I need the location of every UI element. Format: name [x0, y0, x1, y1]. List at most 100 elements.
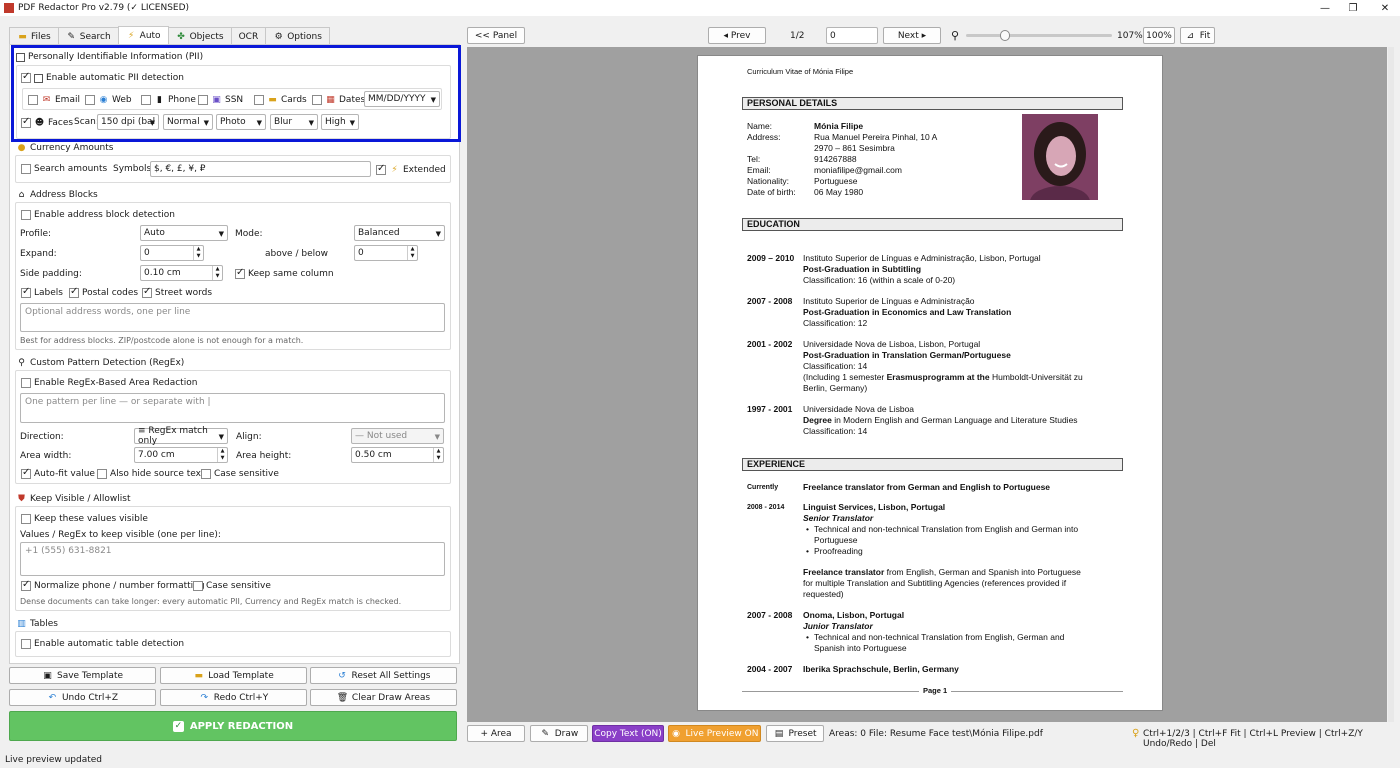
- redo-button[interactable]: ↷ Redo Ctrl+Y: [160, 689, 307, 706]
- live-preview-toggle[interactable]: ◉ Live Preview ON: [668, 725, 761, 742]
- autofit-row[interactable]: Auto-fit value: [21, 467, 95, 479]
- area-width-stepper[interactable]: 7.00 cm ▲ ▼: [134, 447, 228, 463]
- pii-highlight-frame: [11, 45, 461, 142]
- preset-button[interactable]: ▤ Preset: [766, 725, 824, 742]
- normalize-row[interactable]: Normalize phone / number formatting: [21, 579, 205, 591]
- next-page-button[interactable]: Next ▸: [883, 27, 941, 44]
- expand-stepper[interactable]: 0 ▲ ▼: [140, 245, 204, 261]
- address-enable-checkbox[interactable]: [21, 210, 31, 220]
- hide-source-row[interactable]: Also hide source text: [97, 469, 205, 479]
- regex-case-checkbox[interactable]: [201, 469, 211, 479]
- normalize-checkbox[interactable]: [21, 579, 31, 591]
- page-number-value: 0: [830, 30, 836, 41]
- stepper-arrows-icon[interactable]: ▲ ▼: [193, 246, 203, 260]
- area-height-label: Area height:: [236, 451, 292, 461]
- nationality-label: Nationality:: [747, 176, 790, 186]
- zoom-100-button[interactable]: 100%: [1143, 27, 1175, 44]
- load-template-button[interactable]: ▬ Load Template: [160, 667, 307, 684]
- allowlist-case-row[interactable]: Case sensitive: [193, 581, 271, 591]
- page-number-input[interactable]: 0: [826, 27, 878, 44]
- reset-settings-button[interactable]: ↺ Reset All Settings: [310, 667, 457, 684]
- mode-select[interactable]: Balanced ▼: [354, 225, 445, 241]
- allowlist-enable-row[interactable]: Keep these values visible: [21, 514, 148, 524]
- street-words-checkbox[interactable]: [142, 286, 152, 298]
- fit-button[interactable]: ⊿ Fit: [1180, 27, 1215, 44]
- postal-codes-row[interactable]: Postal codes: [69, 286, 138, 298]
- lightbulb-icon: ♀: [1132, 728, 1140, 739]
- labels-row[interactable]: Labels: [21, 286, 63, 298]
- stepper-arrows-icon[interactable]: ▲ ▼: [433, 448, 443, 462]
- clear-draw-areas-button[interactable]: 🗑 Clear Draw Areas: [310, 689, 457, 706]
- labels-checkbox[interactable]: [21, 286, 31, 298]
- dob-label: Date of birth:: [747, 187, 796, 197]
- exp-freelance-rest: from English, German and Spanish into Po…: [884, 567, 1081, 577]
- maximize-button[interactable]: ❐: [1338, 0, 1368, 16]
- zoom-slider[interactable]: [966, 30, 1112, 41]
- regex-case-row[interactable]: Case sensitive: [201, 469, 279, 479]
- profile-select[interactable]: Auto ▼: [140, 225, 228, 241]
- save-template-button[interactable]: ▣ Save Template: [9, 667, 156, 684]
- tab-label: Search: [79, 31, 111, 42]
- regex-patterns-textarea[interactable]: One pattern per line — or separate with …: [20, 393, 445, 423]
- close-button[interactable]: ✕: [1370, 0, 1400, 16]
- tab-objects[interactable]: ✤ Objects: [167, 27, 232, 45]
- above-below-stepper[interactable]: 0 ▲ ▼: [354, 245, 418, 261]
- zoom-100-label: 100%: [1146, 30, 1172, 41]
- objects-icon: ✤: [177, 31, 185, 42]
- keep-column-row[interactable]: Keep same column: [235, 267, 334, 279]
- street-words-row[interactable]: Street words: [142, 286, 212, 298]
- tables-enable-checkbox[interactable]: [21, 639, 31, 649]
- hide-source-checkbox[interactable]: [97, 469, 107, 479]
- nationality-value: Portuguese: [814, 176, 858, 186]
- area-height-stepper[interactable]: 0.50 cm ▲ ▼: [351, 447, 444, 463]
- tables-enable-row[interactable]: Enable automatic table detection: [21, 639, 184, 649]
- align-select[interactable]: — Not used ▼: [351, 428, 444, 444]
- house-icon: ⌂: [18, 189, 25, 200]
- autofit-label: Auto-fit value: [34, 469, 95, 479]
- undo-button[interactable]: ↶ Undo Ctrl+Z: [9, 689, 156, 706]
- tab-search[interactable]: ✎ Search: [57, 27, 119, 45]
- extended-checkbox[interactable]: [376, 163, 386, 175]
- add-area-button[interactable]: + Area: [467, 725, 525, 742]
- tab-auto[interactable]: ⚡ Auto: [117, 26, 169, 45]
- regex-title: Custom Pattern Detection (RegEx): [30, 357, 185, 368]
- panel-toggle-button[interactable]: << Panel: [467, 27, 525, 44]
- allowlist-textarea[interactable]: +1 (555) 631-8821: [20, 542, 445, 576]
- regex-enable-checkbox[interactable]: [21, 378, 31, 388]
- stepper-arrows-icon[interactable]: ▲ ▼: [407, 246, 417, 260]
- regex-patterns-placeholder: One pattern per line — or separate with …: [25, 397, 211, 407]
- search-amounts-row[interactable]: Search amounts: [21, 164, 107, 174]
- copy-text-toggle[interactable]: Copy Text (ON): [592, 725, 664, 742]
- regex-enable-row[interactable]: Enable RegEx-Based Area Redaction: [21, 378, 197, 388]
- stepper-arrows-icon[interactable]: ▲ ▼: [217, 448, 227, 462]
- allowlist-values-label: Values / RegEx to keep visible (one per …: [20, 530, 221, 540]
- search-amounts-checkbox[interactable]: [21, 164, 31, 174]
- prev-page-button[interactable]: ◂ Prev: [708, 27, 766, 44]
- tab-ocr[interactable]: OCR: [230, 27, 267, 45]
- allowlist-placeholder: +1 (555) 631-8821: [25, 546, 112, 556]
- lightning-icon: ⚡: [128, 31, 135, 41]
- autofit-checkbox[interactable]: [21, 467, 31, 479]
- allowlist-case-checkbox[interactable]: [193, 581, 203, 591]
- viewer-scrollbar[interactable]: [1388, 47, 1394, 722]
- minimize-button[interactable]: —: [1310, 0, 1340, 16]
- extended-row[interactable]: ⚡ Extended: [376, 163, 446, 175]
- symbols-input[interactable]: $, €, £, ¥, ₽: [150, 161, 371, 177]
- edu-institution: Instituto Superior de Línguas e Administ…: [803, 296, 975, 306]
- apply-redaction-button[interactable]: ✓ APPLY REDACTION: [9, 711, 457, 741]
- tables-title: Tables: [30, 618, 58, 629]
- stepper-arrows-icon[interactable]: ▲ ▼: [212, 266, 222, 280]
- address-enable-row[interactable]: Enable address block detection: [21, 210, 175, 220]
- tab-files[interactable]: ▬ Files: [9, 27, 59, 45]
- tab-label: OCR: [238, 31, 259, 42]
- allowlist-enable-checkbox[interactable]: [21, 514, 31, 524]
- zoom-slider-thumb[interactable]: [999, 30, 1010, 41]
- clear-draw-areas-label: Clear Draw Areas: [351, 692, 431, 703]
- draw-button[interactable]: ✎ Draw: [530, 725, 588, 742]
- address-words-textarea[interactable]: Optional address words, one per line: [20, 303, 445, 332]
- direction-select[interactable]: ≡ RegEx match only ▼: [134, 426, 228, 446]
- tab-options[interactable]: ⚙ Options: [265, 27, 330, 45]
- postal-codes-checkbox[interactable]: [69, 286, 79, 298]
- side-padding-stepper[interactable]: 0.10 cm ▲ ▼: [140, 265, 223, 281]
- keep-column-checkbox[interactable]: [235, 267, 245, 279]
